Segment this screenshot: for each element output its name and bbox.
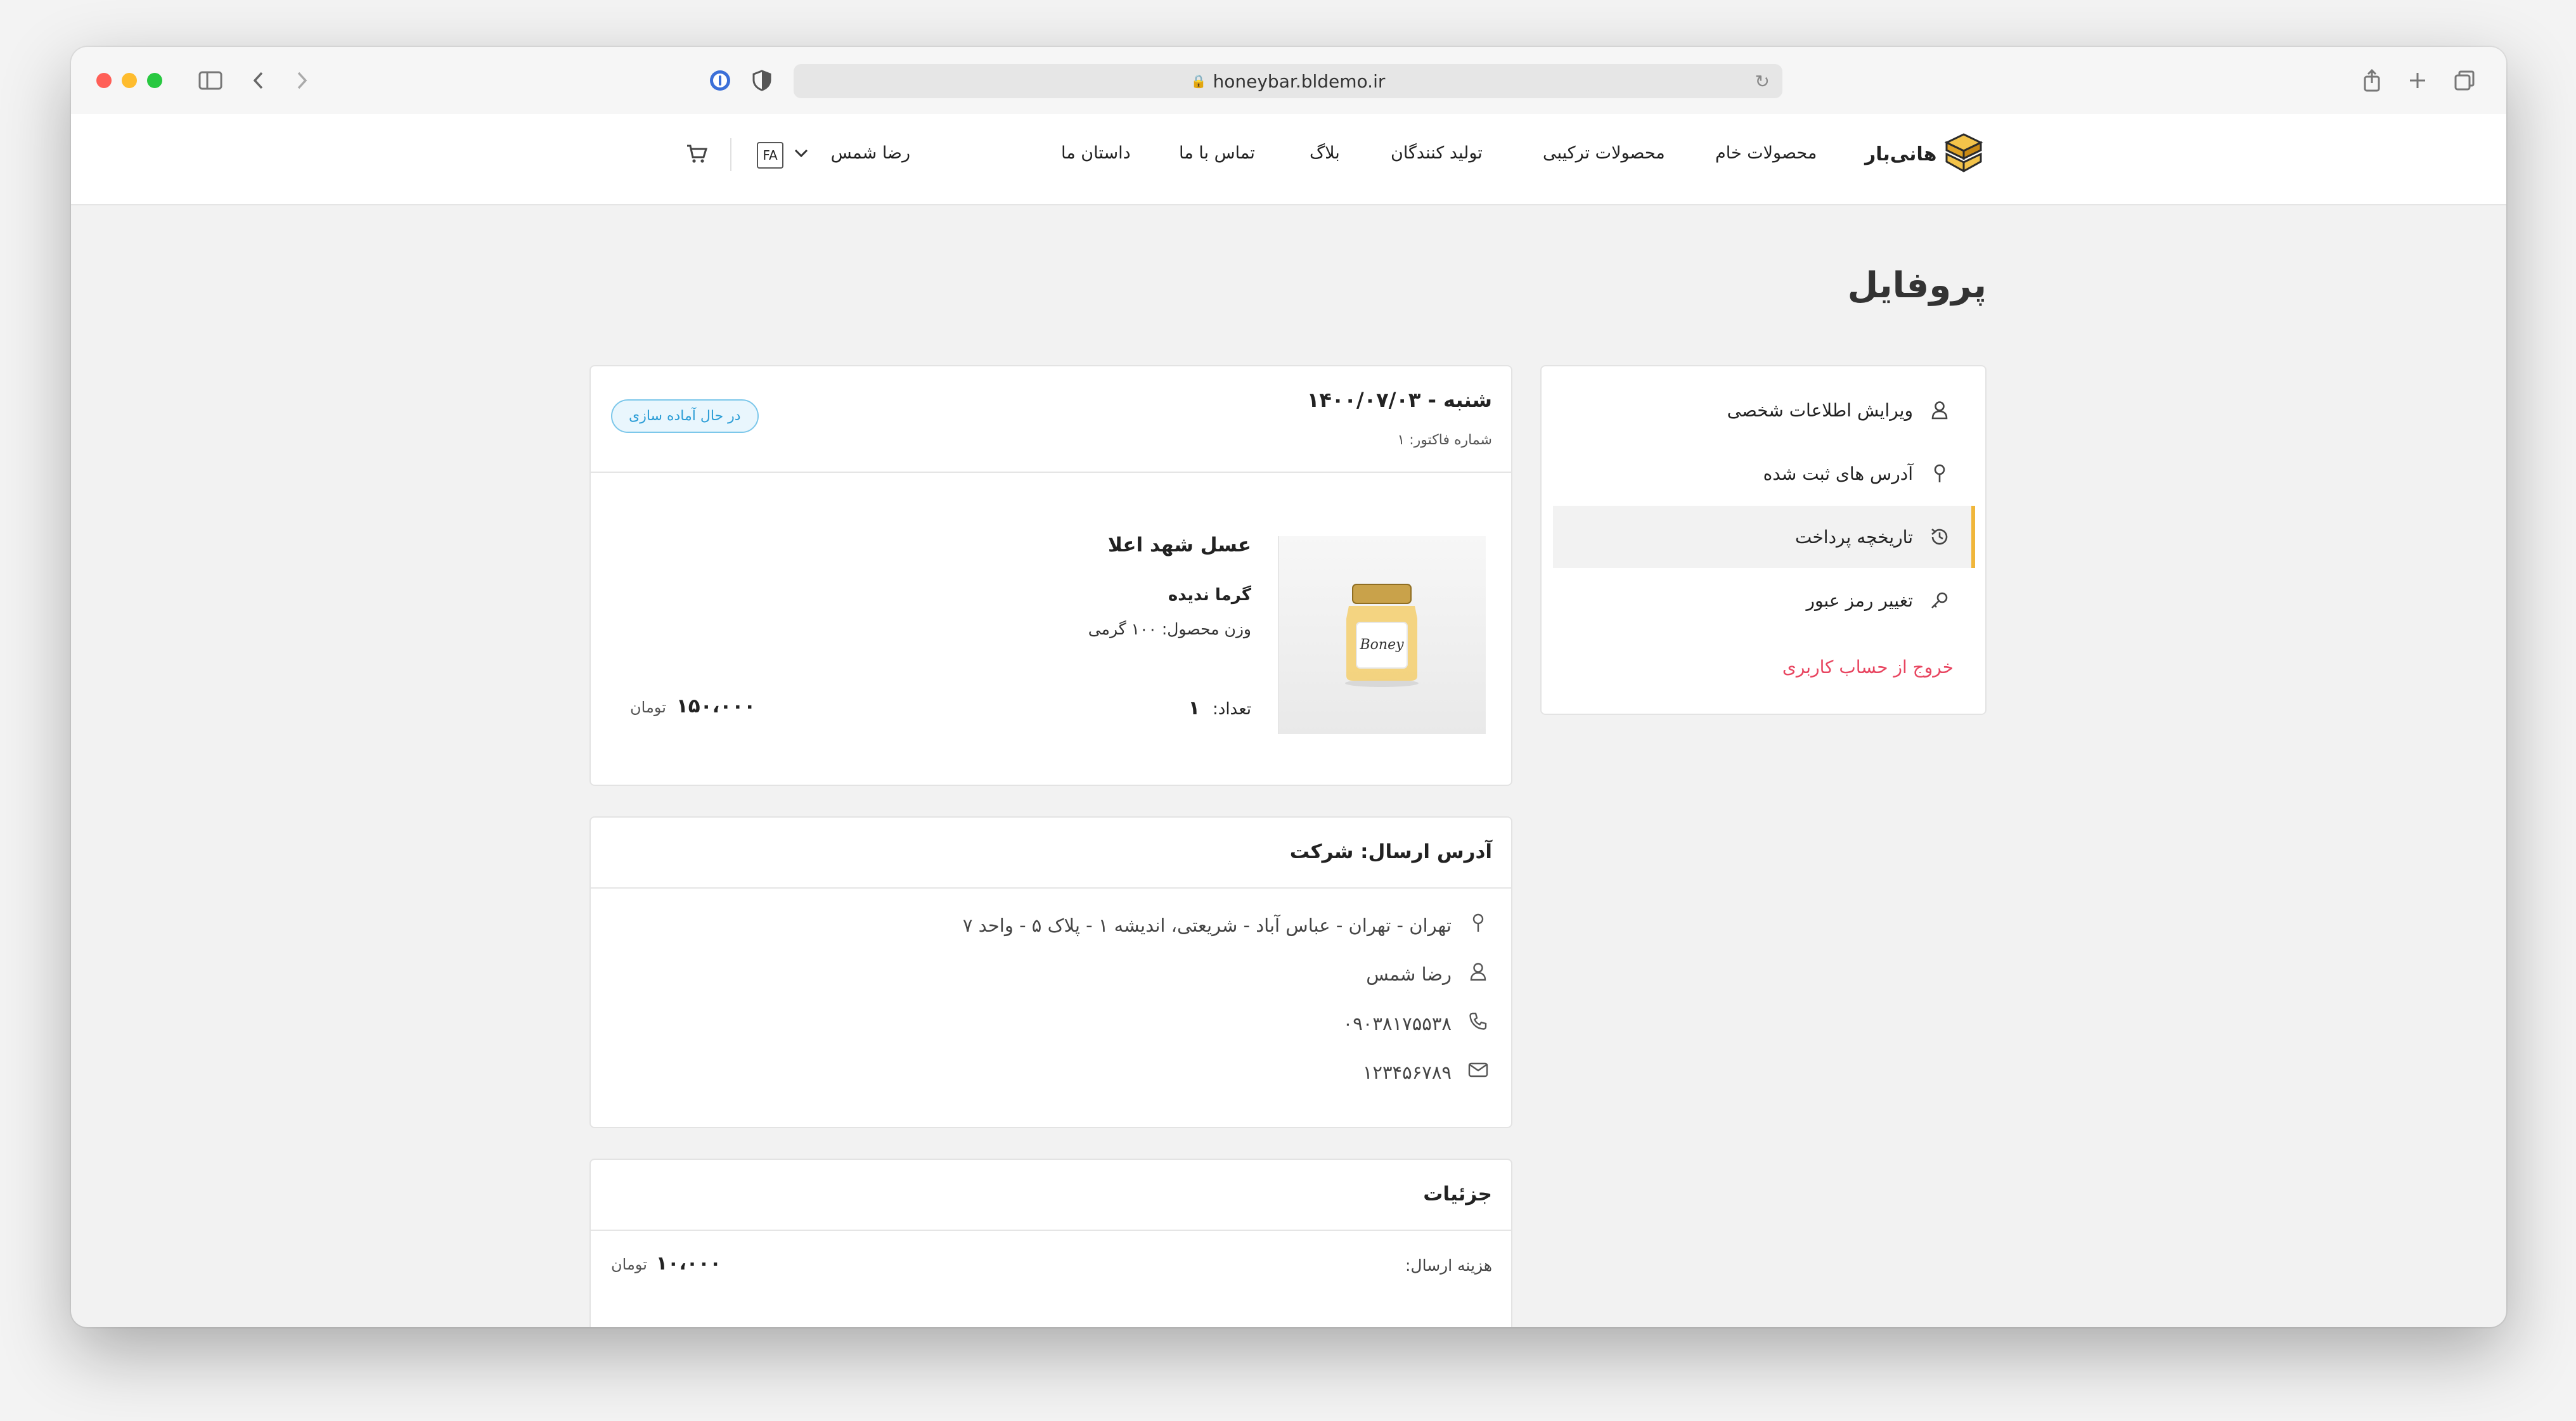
address-title: آدرس ارسال: شرکت	[1289, 840, 1492, 863]
zoom-window-button[interactable]	[147, 73, 162, 88]
phone-icon	[1464, 1012, 1492, 1036]
nav-item-our-story[interactable]: داستان ما	[1061, 143, 1131, 163]
brand-logo[interactable]: هانی‌بار	[1865, 133, 1983, 175]
sidebar-item-addresses[interactable]: آدرس های ثبت شده	[1553, 442, 1971, 505]
sidebar-item-label: تغییر رمز عبور	[1806, 589, 1913, 611]
user-menu[interactable]: رضا شمس	[794, 143, 910, 163]
page-title: پروفایل	[1847, 265, 1987, 306]
postal-row: ۱۲۳۴۵۶۷۸۹	[1363, 1061, 1492, 1083]
nav-item-combined-products[interactable]: محصولات ترکیبی	[1543, 143, 1665, 163]
nav-item-contact[interactable]: تماس با ما	[1179, 143, 1255, 163]
close-window-button[interactable]	[96, 73, 112, 88]
product-image[interactable]: Boney	[1278, 536, 1486, 734]
shipping-cost-label: هزینه ارسال:	[1405, 1256, 1492, 1275]
brand-name: هانی‌بار	[1865, 143, 1937, 165]
postal-code: ۱۲۳۴۵۶۷۸۹	[1362, 1061, 1452, 1083]
order-details-card: جزئیات هزینه ارسال: ۱۰،۰۰۰ تومان	[589, 1159, 1512, 1327]
user-icon	[1927, 401, 1952, 420]
phone-row: ۰۹۰۳۸۱۷۵۵۳۸	[1343, 1012, 1492, 1036]
honeycomb-logo-icon	[1945, 133, 1983, 172]
plus-icon[interactable]	[2404, 63, 2431, 98]
sidebar-item-label: آدرس های ثبت شده	[1763, 463, 1913, 484]
nav-item-raw-products[interactable]: محصولات خام	[1715, 143, 1817, 163]
location-pin-icon	[1927, 463, 1952, 484]
address-line-row: تهران - تهران - عباس آباد - شریعتی، اندی…	[963, 913, 1492, 938]
details-title: جزئیات	[1423, 1183, 1492, 1206]
shipping-cost-value: ۱۰،۰۰۰	[655, 1252, 721, 1275]
nav-item-producers[interactable]: تولید کنندگان	[1391, 143, 1483, 163]
reload-icon[interactable]: ↻	[1755, 71, 1770, 92]
sidebar-item-label: ویرایش اطلاعات شخصی	[1727, 399, 1913, 421]
logout-link[interactable]: خروج از حساب کاربری	[1782, 657, 1954, 678]
shipping-cost-currency: تومان	[611, 1256, 647, 1273]
sidebar-item-edit-profile[interactable]: ویرایش اطلاعات شخصی	[1553, 379, 1971, 441]
key-icon	[1927, 590, 1952, 610]
quantity: تعداد: ۱	[1188, 697, 1251, 719]
user-icon	[1464, 962, 1492, 986]
invoice-number: شماره فاکتور: ۱	[1397, 432, 1492, 448]
minimize-window-button[interactable]	[122, 73, 137, 88]
address-bar[interactable]: 🔒 honeybar.bldemo.ir ↻	[794, 64, 1782, 98]
shipping-address-card: آدرس ارسال: شرکت تهران - تهران - عباس آب…	[589, 816, 1512, 1128]
details-header: جزئیات	[591, 1160, 1511, 1231]
shipping-cost: ۱۰،۰۰۰ تومان	[611, 1252, 721, 1275]
recipient-name: رضا شمس	[1366, 963, 1452, 985]
chevron-right-icon[interactable]	[288, 63, 316, 98]
cart-icon[interactable]	[686, 143, 708, 166]
quantity-value: ۱	[1188, 697, 1200, 719]
honey-jar-image: Boney	[1345, 584, 1419, 687]
tabs-overview-icon[interactable]	[2450, 63, 2478, 98]
sidebar-item-label: تاریخچه پرداخت	[1795, 526, 1913, 548]
url-text: honeybar.bldemo.ir	[1213, 70, 1386, 92]
nav-divider	[730, 138, 731, 171]
website: هانی‌بار محصولات خام محصولات ترکیبی تولی…	[71, 114, 2506, 1327]
order-card: شنبه - ۱۴۰۰/۰۷/۰۳ شماره فاکتور: ۱ در حال…	[589, 365, 1512, 786]
phone-number: ۰۹۰۳۸۱۷۵۵۳۸	[1343, 1013, 1452, 1034]
browser-window: 🔒 honeybar.bldemo.ir ↻ هانی‌با	[71, 47, 2506, 1327]
nav-item-blog[interactable]: بلاگ	[1310, 143, 1340, 163]
profile-sidebar: ویرایش اطلاعات شخصی آدرس های ثبت شده تار…	[1540, 365, 1987, 715]
language-switcher[interactable]: FA	[757, 142, 783, 169]
password-manager-icon[interactable]	[705, 63, 735, 98]
browser-toolbar: 🔒 honeybar.bldemo.ir ↻	[71, 47, 2506, 115]
price-currency: تومان	[630, 698, 666, 716]
product-weight: وزن محصول: ۱۰۰ گرمی	[1088, 620, 1251, 638]
address-header: آدرس ارسال: شرکت	[591, 818, 1511, 889]
chevron-down-icon	[794, 143, 809, 163]
sidebar-item-payment-history[interactable]: تاریخچه پرداخت	[1553, 506, 1975, 568]
status-badge: در حال آماده سازی	[611, 399, 759, 433]
product-attribute: گرما ندیده	[1168, 586, 1251, 605]
chevron-left-icon[interactable]	[245, 63, 273, 98]
order-date: شنبه - ۱۴۰۰/۰۷/۰۳	[1306, 388, 1492, 412]
sidebar-item-change-password[interactable]: تغییر رمز عبور	[1553, 569, 1971, 631]
order-header: شنبه - ۱۴۰۰/۰۷/۰۳ شماره فاکتور: ۱ در حال…	[591, 366, 1511, 473]
sidebar-toggle-icon[interactable]	[193, 63, 228, 98]
location-pin-icon	[1464, 913, 1492, 938]
site-header: هانی‌بار محصولات خام محصولات ترکیبی تولی…	[71, 114, 2506, 205]
share-icon[interactable]	[2358, 63, 2386, 98]
recipient-row: رضا شمس	[1366, 962, 1492, 986]
user-name: رضا شمس	[830, 143, 911, 163]
address-line: تهران - تهران - عباس آباد - شریعتی، اندی…	[962, 915, 1452, 936]
svg-text:Boney: Boney	[1359, 637, 1404, 653]
price-value: ۱۵۰،۰۰۰	[676, 695, 756, 717]
quantity-label: تعداد:	[1213, 700, 1251, 719]
mail-icon	[1464, 1061, 1492, 1083]
product-price: ۱۵۰،۰۰۰ تومان	[630, 695, 756, 717]
lock-icon: 🔒	[1190, 74, 1207, 89]
history-icon	[1927, 527, 1952, 547]
product-name[interactable]: عسل شهد اعلا	[1108, 534, 1251, 556]
shield-icon[interactable]	[747, 63, 777, 98]
